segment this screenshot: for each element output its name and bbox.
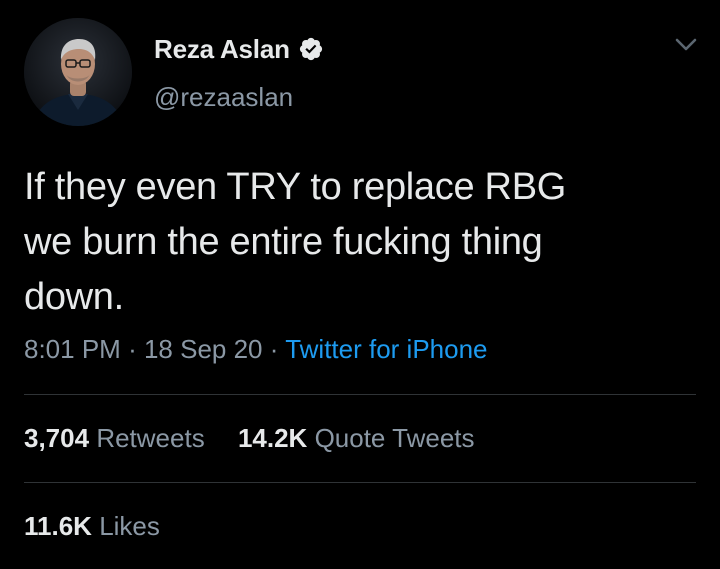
author-handle[interactable]: @rezaaslan [154,82,293,113]
avatar-image [24,18,132,126]
tweet-card: Reza Aslan @rezaaslan If they even TRY t… [0,0,720,569]
retweets-label: Retweets [96,423,205,453]
likes-stat[interactable]: 11.6K Likes [24,511,160,542]
tweet-time[interactable]: 8:01 PM [24,334,121,364]
avatar[interactable] [24,18,132,126]
tweet-source-link[interactable]: Twitter for iPhone [285,334,487,364]
likes-count: 11.6K [24,511,92,541]
tweet-text: If they even TRY to replace RBG we burn … [24,160,684,325]
author-display-name[interactable]: Reza Aslan [154,34,290,65]
engagement-stats-row: 3,704 Retweets 14.2K Quote Tweets [24,423,475,454]
divider [24,394,696,395]
meta-separator: · [269,334,279,364]
divider [24,482,696,483]
tweet-date[interactable]: 18 Sep 20 [144,334,263,364]
tweet-text-line: down. [24,276,124,318]
quote-tweets-stat[interactable]: 14.2K Quote Tweets [238,423,475,454]
tweet-text-line: we burn the entire fucking thing [24,221,543,263]
author-name-row[interactable]: Reza Aslan [154,33,324,65]
retweets-count: 3,704 [24,423,90,453]
verified-badge-icon [298,36,324,62]
quote-tweets-label: Quote Tweets [314,423,475,453]
tweet-text-line: If they even TRY to replace RBG [24,166,566,208]
retweets-stat[interactable]: 3,704 Retweets [24,423,205,454]
chevron-down-icon[interactable] [674,36,698,54]
meta-separator: · [128,334,137,364]
likes-stats-row: 11.6K Likes [24,511,160,542]
tweet-meta: 8:01 PM · 18 Sep 20 · Twitter for iPhone [24,334,488,365]
quote-tweets-count: 14.2K [237,423,308,453]
likes-label: Likes [99,511,160,541]
